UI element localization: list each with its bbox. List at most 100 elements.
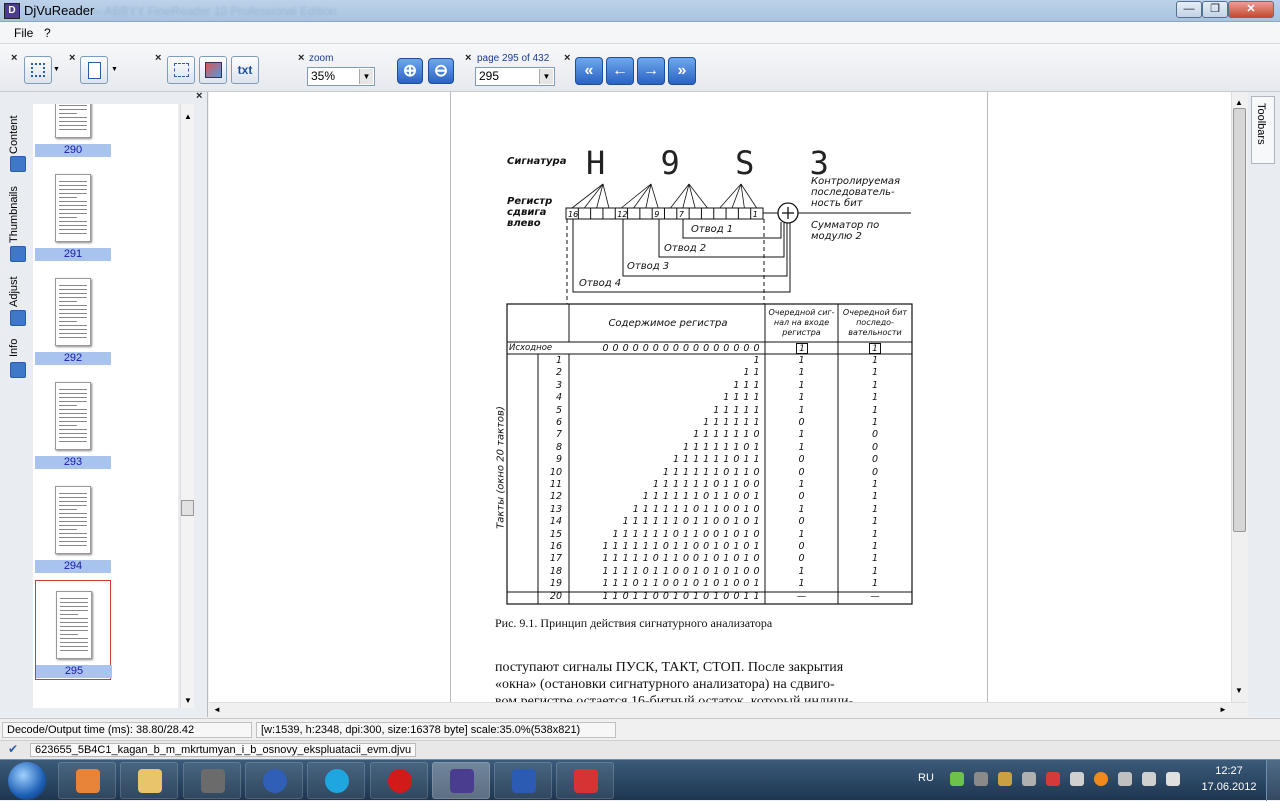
- select-region-icon[interactable]: [167, 56, 195, 84]
- register-contents: 1 1 1 1 1 1 0 1 1 0 0 1 0 1: [622, 516, 760, 528]
- previous-page-icon[interactable]: ←: [606, 57, 634, 85]
- first-page-icon[interactable]: «: [575, 57, 603, 85]
- tray-icon-3[interactable]: [998, 772, 1012, 786]
- content-icon[interactable]: [10, 156, 26, 172]
- tray-icon-4[interactable]: [1022, 772, 1036, 786]
- input-signal: 1: [798, 404, 805, 416]
- scroll-right-icon[interactable]: ►: [1219, 705, 1227, 714]
- thumbnail-page[interactable]: 295: [35, 580, 112, 680]
- show-desktop-button[interactable]: [1266, 760, 1280, 801]
- taskbar-tanks-game[interactable]: [183, 762, 241, 799]
- clock-number: 17: [549, 553, 562, 565]
- page-view-icon[interactable]: [80, 56, 108, 84]
- zoom-out-icon[interactable]: ⊖: [428, 58, 454, 84]
- minimize-button[interactable]: —: [1176, 1, 1202, 18]
- menu-help[interactable]: ?: [44, 26, 51, 40]
- dropdown-arrow-icon[interactable]: ▼: [111, 66, 118, 73]
- signature-fan-line: [650, 183, 659, 209]
- sequence-bit: 1: [871, 516, 879, 528]
- thumbnail-page[interactable]: 292: [35, 268, 111, 368]
- close-button[interactable]: ✕: [1228, 1, 1274, 18]
- scroll-down-icon[interactable]: ▼: [1235, 686, 1243, 695]
- file-name[interactable]: 623655_5B4C1_kagan_b_m_mkrtumyan_i_b_osn…: [30, 743, 417, 757]
- menu-file[interactable]: File: [14, 26, 33, 40]
- toolbar-close-icon[interactable]: ×: [155, 52, 161, 64]
- zoom-label: zoom: [309, 53, 334, 64]
- thumbnails-icon[interactable]: [10, 246, 26, 262]
- register-cell-number: 9: [654, 210, 659, 219]
- body-text-line-3: вом регистре остается 16-битный остаток,…: [495, 694, 854, 702]
- language-indicator[interactable]: RU: [918, 772, 934, 784]
- tab-content[interactable]: Content: [8, 110, 28, 160]
- taskbar-media-player[interactable]: [58, 762, 116, 799]
- clock-number: 6: [555, 417, 562, 428]
- layout-icon[interactable]: [24, 56, 52, 84]
- select-image-icon[interactable]: [199, 56, 227, 84]
- taskbar-opera[interactable]: [370, 762, 428, 799]
- clock-time[interactable]: 12:27: [1206, 765, 1252, 777]
- toolbar-close-icon[interactable]: ×: [465, 52, 471, 64]
- taskbar-abbyy[interactable]: [556, 762, 614, 799]
- scrollbar-thumb[interactable]: [1233, 108, 1246, 532]
- thumbnail-page[interactable]: 293: [35, 372, 111, 472]
- info-icon[interactable]: [10, 362, 26, 378]
- speaker-icon[interactable]: [1142, 772, 1156, 786]
- horizontal-scrollbar[interactable]: ◄ ►: [209, 702, 1247, 718]
- document-page: 16 12 9 7 1 Сигнатура H 9 S 3 Регистр сд…: [450, 92, 988, 702]
- thumbnail-list[interactable]: 290 291 292 293 294 295: [33, 104, 178, 708]
- volume-icon[interactable]: [1070, 772, 1084, 786]
- scroll-up-icon[interactable]: ▲: [184, 112, 192, 121]
- input-signal: 1: [798, 528, 805, 540]
- taskbar-bluetooth[interactable]: [245, 762, 303, 799]
- clock-number: 7: [555, 429, 562, 441]
- toolbars-tab[interactable]: Toolbars: [1251, 96, 1275, 164]
- toolbar-close-icon[interactable]: ×: [564, 52, 570, 64]
- viewer-scrollbar[interactable]: ▲ ▼: [1231, 92, 1247, 702]
- next-page-icon[interactable]: →: [637, 57, 665, 85]
- thumbnail-scrollbar[interactable]: ▲ ▼: [180, 104, 194, 708]
- clock-date[interactable]: 17.06.2012: [1198, 781, 1260, 793]
- toolbar-close-icon[interactable]: ×: [298, 52, 304, 64]
- tab-info[interactable]: Info: [8, 336, 28, 360]
- sequence-bit: 1: [871, 565, 879, 577]
- thumbnail-page[interactable]: 290: [35, 104, 111, 160]
- scroll-down-icon[interactable]: ▼: [184, 696, 192, 705]
- tray-icon-1[interactable]: [950, 772, 964, 786]
- tray-icon-7[interactable]: [1094, 772, 1108, 786]
- start-button[interactable]: [8, 762, 46, 800]
- thumbnail-page[interactable]: 291: [35, 164, 111, 264]
- register-contents: 1 1 1 1 1 1 0: [693, 429, 760, 441]
- scroll-left-icon[interactable]: ◄: [213, 705, 221, 714]
- document-viewer[interactable]: 16 12 9 7 1 Сигнатура H 9 S 3 Регистр сд…: [209, 92, 1247, 702]
- input-signal: 0: [798, 553, 805, 565]
- taskbar-explorer[interactable]: [120, 762, 178, 799]
- title-bar[interactable]: D DjVuReader — ABBYY FineReader 10 Profe…: [0, 0, 1280, 22]
- dropdown-arrow-icon[interactable]: ▼: [53, 66, 60, 73]
- toolbar-close-icon[interactable]: ×: [69, 52, 75, 64]
- page-select[interactable]: 295 ▼: [475, 67, 555, 86]
- taskbar-skype[interactable]: [307, 762, 365, 799]
- select-text-button[interactable]: txt: [231, 56, 259, 84]
- tray-icon-2[interactable]: [974, 772, 988, 786]
- tap-label-2: Отвод 2: [664, 243, 707, 254]
- taskbar-djvureader[interactable]: [432, 762, 490, 799]
- zoom-select[interactable]: 35% ▼: [307, 67, 375, 86]
- table-header-input: Очередной сиг-нал на входе регистра: [768, 308, 835, 337]
- toolbar-close-icon[interactable]: ×: [11, 52, 17, 64]
- tray-icon-5[interactable]: [1046, 772, 1060, 786]
- adjust-wrench-icon[interactable]: [10, 310, 26, 326]
- panel-close-icon[interactable]: ×: [196, 90, 202, 102]
- scroll-up-icon[interactable]: ▲: [1235, 98, 1243, 107]
- network-icon[interactable]: [1118, 772, 1132, 786]
- thumbnail-page[interactable]: 294: [35, 476, 111, 576]
- tab-adjust[interactable]: Adjust: [8, 272, 28, 312]
- maximize-button[interactable]: ❐: [1202, 1, 1228, 18]
- last-page-icon[interactable]: »: [668, 57, 696, 85]
- scrollbar-thumb[interactable]: [181, 500, 194, 516]
- clock-number: 15: [549, 528, 562, 540]
- taskbar-word[interactable]: [494, 762, 552, 799]
- power-icon[interactable]: [1166, 772, 1180, 786]
- zoom-in-icon[interactable]: ⊕: [397, 58, 423, 84]
- tab-thumbnails[interactable]: Thumbnails: [8, 182, 28, 248]
- signature-label: Сигнатура: [507, 156, 567, 167]
